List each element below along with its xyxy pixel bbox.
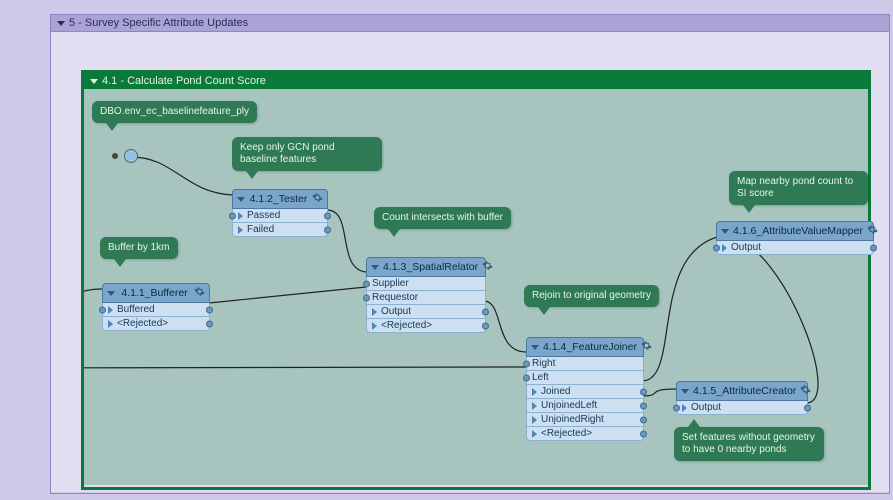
chevron-down-icon <box>107 291 115 296</box>
port-output[interactable]: Output <box>366 305 486 319</box>
port-label: Requestor <box>372 292 418 303</box>
port-label: Failed <box>247 224 274 235</box>
port-rejected[interactable]: <Rejected> <box>102 317 210 331</box>
bookmark-outer-title-text: 5 - Survey Specific Attribute Updates <box>69 17 248 29</box>
annotation-reader[interactable]: DBO.env_ec_baselinefeature_ply <box>92 101 257 123</box>
port-label: Buffered <box>117 304 155 315</box>
port-label: Passed <box>247 210 280 221</box>
port-label: Output <box>381 306 411 317</box>
transformer-bufferer[interactable]: 4.1.1_Bufferer Buffered <Rejected> <box>102 283 210 331</box>
port-unjoined-right[interactable]: UnjoinedRight <box>526 413 644 427</box>
transformer-title: 4.1.4_FeatureJoiner <box>543 341 637 353</box>
port-rejected[interactable]: <Rejected> <box>526 427 644 441</box>
transformer-title: 4.1.3_SpatialRelator <box>383 261 478 273</box>
port-label: Output <box>691 402 721 413</box>
port-label: <Rejected> <box>117 318 168 329</box>
port-buffered[interactable]: Buffered <box>102 303 210 317</box>
gear-icon[interactable] <box>800 384 811 398</box>
bookmark-outer[interactable]: 5 - Survey Specific Attribute Updates 4.… <box>50 14 890 494</box>
port-label: UnjoinedRight <box>541 414 604 425</box>
transformer-tester[interactable]: 4.1.2_Tester Passed Failed <box>232 189 328 237</box>
port-label: Supplier <box>372 278 409 289</box>
chevron-down-icon <box>90 79 98 84</box>
port-label: Joined <box>541 386 570 397</box>
port-rejected[interactable]: <Rejected> <box>366 319 486 333</box>
transformer-header[interactable]: 4.1.2_Tester <box>232 189 328 209</box>
transformer-header[interactable]: 4.1.3_SpatialRelator <box>366 257 486 277</box>
annotation-text: Keep only GCN pond baseline features <box>240 142 335 165</box>
port-joined[interactable]: Joined <box>526 385 644 399</box>
annotation-mapper[interactable]: Map nearby pond count to SI score <box>729 171 868 205</box>
annotation-text: Buffer by 1km <box>108 242 170 253</box>
transformer-mapper[interactable]: 4.1.6_AttributeValueMapper Output <box>716 221 874 255</box>
bookmark-inner-title-text: 4.1 - Calculate Pond Count Score <box>102 75 266 87</box>
transformer-joiner[interactable]: 4.1.4_FeatureJoiner Right Left Joined Un… <box>526 337 644 441</box>
port-label: <Rejected> <box>381 320 432 331</box>
annotation-text: Count intersects with buffer <box>382 212 503 223</box>
annotation-text: Map nearby pond count to SI score <box>737 176 853 199</box>
reader-feature-type[interactable] <box>124 149 138 163</box>
port-label: Left <box>532 372 549 383</box>
bookmark-inner[interactable]: 4.1 - Calculate Pond Count Score <box>81 70 871 490</box>
chevron-down-icon <box>57 21 65 26</box>
gear-icon[interactable] <box>194 286 205 300</box>
annotation-text: Set features without geometry to have 0 … <box>682 432 815 455</box>
port-passed[interactable]: Passed <box>232 209 328 223</box>
annotation-buffer[interactable]: Buffer by 1km <box>100 237 178 259</box>
chevron-down-icon <box>237 197 245 202</box>
connection-start-node <box>112 153 118 159</box>
annotation-relator[interactable]: Count intersects with buffer <box>374 207 511 229</box>
bookmark-inner-title[interactable]: 4.1 - Calculate Pond Count Score <box>84 73 868 89</box>
port-label: Output <box>731 242 761 253</box>
transformer-relator[interactable]: 4.1.3_SpatialRelator Supplier Requestor … <box>366 257 486 333</box>
transformer-title: 4.1.2_Tester <box>250 193 308 205</box>
gear-icon[interactable] <box>312 192 323 206</box>
bookmark-outer-title[interactable]: 5 - Survey Specific Attribute Updates <box>51 15 889 32</box>
gear-icon[interactable] <box>641 340 652 354</box>
transformer-creator[interactable]: 4.1.5_AttributeCreator Output <box>676 381 808 415</box>
transformer-title: 4.1.6_AttributeValueMapper <box>733 225 863 237</box>
port-supplier[interactable]: Supplier <box>366 277 486 291</box>
transformer-header[interactable]: 4.1.1_Bufferer <box>102 283 210 303</box>
port-failed[interactable]: Failed <box>232 223 328 237</box>
transformer-title: 4.1.5_AttributeCreator <box>693 385 796 397</box>
annotation-creator[interactable]: Set features without geometry to have 0 … <box>674 427 824 461</box>
annotation-text: DBO.env_ec_baselinefeature_ply <box>100 106 249 117</box>
port-label: Right <box>532 358 555 369</box>
gear-icon[interactable] <box>867 224 878 238</box>
port-right[interactable]: Right <box>526 357 644 371</box>
transformer-header[interactable]: 4.1.4_FeatureJoiner <box>526 337 644 357</box>
transformer-header[interactable]: 4.1.6_AttributeValueMapper <box>716 221 874 241</box>
chevron-down-icon <box>531 345 539 350</box>
port-output[interactable]: Output <box>676 401 808 415</box>
annotation-text: Rejoin to original geometry <box>532 290 651 301</box>
annotation-tester[interactable]: Keep only GCN pond baseline features <box>232 137 382 171</box>
chevron-down-icon <box>681 389 689 394</box>
port-output[interactable]: Output <box>716 241 874 255</box>
port-label: UnjoinedLeft <box>541 400 597 411</box>
chevron-down-icon <box>721 229 729 234</box>
annotation-joiner[interactable]: Rejoin to original geometry <box>524 285 659 307</box>
chevron-down-icon <box>371 265 379 270</box>
gear-icon[interactable] <box>482 260 493 274</box>
transformer-title: 4.1.1_Bufferer <box>121 287 187 299</box>
bookmark-inner-body: DBO.env_ec_baselinefeature_ply Buffer by… <box>84 89 868 485</box>
workflow-canvas[interactable]: 5 - Survey Specific Attribute Updates 4.… <box>0 0 893 500</box>
port-left[interactable]: Left <box>526 371 644 385</box>
port-unjoined-left[interactable]: UnjoinedLeft <box>526 399 644 413</box>
bookmark-outer-body: 4.1 - Calculate Pond Count Score <box>51 32 889 492</box>
port-label: <Rejected> <box>541 428 592 439</box>
transformer-header[interactable]: 4.1.5_AttributeCreator <box>676 381 808 401</box>
port-requestor[interactable]: Requestor <box>366 291 486 305</box>
